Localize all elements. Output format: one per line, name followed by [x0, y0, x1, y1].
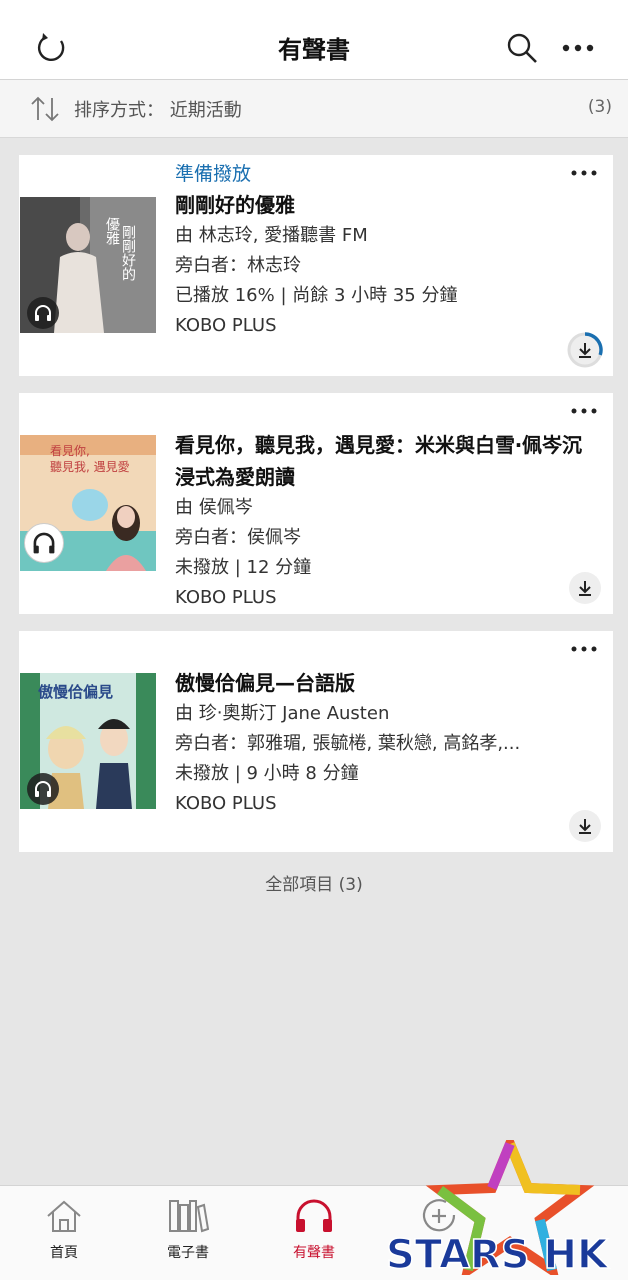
book-narrator: 旁白者：林志玲 [175, 255, 301, 276]
home-icon [14, 1196, 114, 1236]
book-author: 由 侯佩岑 [175, 497, 253, 518]
search-icon[interactable] [500, 26, 544, 70]
book-plan: KOBO PLUS [175, 793, 277, 814]
nav-audiobooks[interactable]: 有聲書 [264, 1196, 364, 1262]
card-more-icon[interactable] [569, 635, 599, 655]
nav-label: 有聲書 [293, 1245, 335, 1261]
play-status: 準備撥放 [175, 163, 252, 185]
book-narrator: 旁白者：侯佩岑 [175, 527, 301, 548]
download-progress-icon[interactable] [567, 332, 603, 368]
sort-icon[interactable] [28, 92, 62, 126]
book-progress: 未撥放 | 12 分鐘 [175, 557, 312, 578]
book-title[interactable]: 看見你，聽見我，遇見愛：米米與白雪‧佩岑沉浸式為愛朗讀 [175, 429, 583, 493]
stars-hk-logo: STARS HK [380, 1130, 620, 1280]
cover-title-text: 傲慢佮偏見 [38, 683, 113, 701]
book-title[interactable]: 傲慢佮偏見—台語版 [175, 667, 583, 699]
nav-ebooks[interactable]: 電子書 [138, 1196, 238, 1262]
download-icon[interactable] [569, 810, 601, 842]
audiobook-card[interactable]: 看見你, 聽見我, 遇見愛 看見你，聽見我，遇見愛：米米與白雪‧佩岑沉浸式為愛朗… [19, 393, 613, 614]
book-author: 由 珍‧奧斯汀 Jane Austen [175, 703, 390, 724]
svg-text:看見你,: 看見你, [50, 444, 90, 458]
book-narrator: 旁白者：郭雅瑂, 張毓棬, 葉秋戀, 高銘孝,... [175, 733, 521, 754]
top-bar: 有聲書 [0, 0, 628, 80]
sort-bar[interactable]: 排序方式： 近期活動 (3) [0, 80, 628, 138]
item-count: (3) [587, 97, 612, 117]
book-cover[interactable]: 剛剛好的 優雅 [20, 197, 156, 333]
all-items-link[interactable]: 全部項目 (3) [0, 870, 628, 895]
book-cover[interactable]: 看見你, 聽見我, 遇見愛 [20, 435, 156, 571]
headphones-icon [264, 1196, 364, 1236]
audiobook-badge-icon [24, 523, 64, 563]
book-cover[interactable]: 傲慢佮偏見 [20, 673, 156, 809]
books-icon [138, 1196, 238, 1236]
book-plan: KOBO PLUS [175, 587, 277, 608]
book-author: 由 林志玲, 愛播聽書 FM [175, 225, 368, 246]
audiobook-card[interactable]: 傲慢佮偏見 傲慢佮偏見—台語版 由 珍‧奧斯汀 Jane Austen 旁白者：… [19, 631, 613, 852]
sort-label[interactable]: 排序方式： 近期活動 [74, 96, 242, 122]
audiobook-card[interactable]: 剛剛好的 優雅 準備撥放 剛剛好的優雅 由 林志玲, 愛播聽書 FM 旁白者：林… [19, 155, 613, 376]
more-options-icon[interactable] [556, 26, 600, 70]
svg-text:優雅: 優雅 [104, 217, 120, 245]
book-title[interactable]: 剛剛好的優雅 [175, 189, 583, 221]
book-progress: 未撥放 | 9 小時 8 分鐘 [175, 763, 359, 784]
download-icon[interactable] [569, 572, 601, 604]
logo-text: STARS HK [386, 1232, 610, 1275]
book-progress: 已播放 16% | 尚餘 3 小時 35 分鐘 [175, 285, 458, 306]
book-plan: KOBO PLUS [175, 315, 277, 336]
card-more-icon[interactable] [569, 397, 599, 417]
cover-title-text: 剛剛好的 [120, 225, 136, 281]
nav-label: 首頁 [50, 1245, 78, 1261]
nav-label: 電子書 [167, 1245, 209, 1261]
audiobook-badge-icon [27, 773, 59, 805]
nav-home[interactable]: 首頁 [14, 1196, 114, 1262]
svg-text:聽見我, 遇見愛: 聽見我, 遇見愛 [50, 460, 130, 474]
audiobook-badge-icon [27, 297, 59, 329]
